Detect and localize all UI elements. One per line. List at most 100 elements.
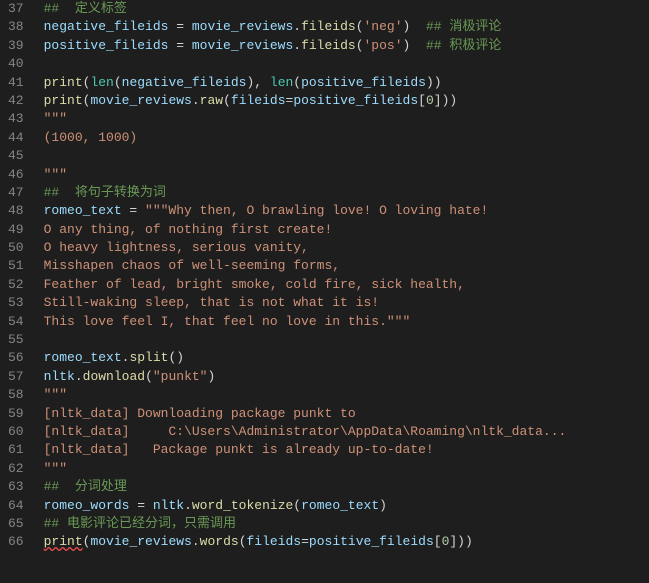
code-token: """	[44, 387, 67, 402]
line-number: 51	[8, 257, 24, 275]
code-token: 0	[426, 93, 434, 108]
code-line[interactable]: """	[44, 110, 649, 128]
code-line[interactable]: """	[44, 460, 649, 478]
code-token: 'neg'	[364, 19, 403, 34]
line-number: 41	[8, 74, 24, 92]
line-number: 42	[8, 92, 24, 110]
code-token: """	[44, 461, 67, 476]
code-line[interactable]	[44, 331, 649, 349]
code-token: fileids	[301, 38, 356, 53]
line-number: 64	[8, 497, 24, 515]
line-number: 54	[8, 313, 24, 331]
code-token: movie_reviews	[192, 19, 293, 34]
code-token: .	[184, 498, 192, 513]
code-token: O heavy lightness, serious vanity,	[44, 240, 309, 255]
code-line[interactable]: ## 定义标签	[44, 0, 649, 18]
code-line[interactable]: romeo_words = nltk.word_tokenize(romeo_t…	[44, 497, 649, 515]
line-number: 38	[8, 18, 24, 36]
line-number: 44	[8, 129, 24, 147]
code-line[interactable]: ## 分词处理	[44, 478, 649, 496]
code-token: romeo_text	[301, 498, 379, 513]
code-line[interactable]: This love feel I, that feel no love in t…	[44, 313, 649, 331]
line-number: 62	[8, 460, 24, 478]
code-token: (	[239, 534, 247, 549]
code-token: romeo_text	[44, 203, 122, 218]
code-token: ## 消极评论	[426, 19, 501, 34]
code-token: len	[90, 75, 113, 90]
code-line[interactable]: ## 电影评论已经分词，只需调用	[44, 515, 649, 533]
code-content[interactable]: ## 定义标签negative_fileids = movie_reviews.…	[40, 0, 649, 583]
code-line[interactable]: [nltk_data] Package punkt is already up-…	[44, 441, 649, 459]
code-line[interactable]: print(len(negative_fileids), len(positiv…	[44, 74, 649, 92]
line-number: 66	[8, 533, 24, 551]
code-token: (	[356, 38, 364, 53]
code-token: positive_fileids	[301, 75, 426, 90]
code-token: [nltk_data] Downloading package punkt to	[44, 406, 356, 421]
code-token: Misshapen chaos of well-seeming forms,	[44, 258, 340, 273]
code-token: 'pos'	[364, 38, 403, 53]
code-line[interactable]: [nltk_data] Downloading package punkt to	[44, 405, 649, 423]
code-token: romeo_words	[44, 498, 130, 513]
code-token: .	[293, 19, 301, 34]
code-line[interactable]: """	[44, 166, 649, 184]
line-number: 57	[8, 368, 24, 386]
code-line[interactable]: O heavy lightness, serious vanity,	[44, 239, 649, 257]
code-token: words	[200, 534, 239, 549]
code-token: positive_fileids	[309, 534, 434, 549]
code-token: (	[223, 93, 231, 108]
code-token: "punkt"	[153, 369, 208, 384]
code-token: (	[356, 19, 364, 34]
code-token: ## 积极评论	[426, 38, 501, 53]
code-token: download	[83, 369, 145, 384]
code-line[interactable]: positive_fileids = movie_reviews.fileids…	[44, 37, 649, 55]
line-number: 63	[8, 478, 24, 496]
code-token: O any thing, of nothing first create!	[44, 222, 333, 237]
code-token: ## 分词处理	[44, 479, 127, 494]
line-number: 52	[8, 276, 24, 294]
line-number: 53	[8, 294, 24, 312]
code-line[interactable]: O any thing, of nothing first create!	[44, 221, 649, 239]
code-token: =	[168, 19, 191, 34]
code-token: [nltk_data] C:\Users\Administrator\AppDa…	[44, 424, 567, 439]
code-token: """	[44, 111, 67, 126]
code-line[interactable]: print(movie_reviews.words(fileids=positi…	[44, 533, 649, 551]
code-line[interactable]: print(movie_reviews.raw(fileids=positive…	[44, 92, 649, 110]
code-token: (	[145, 369, 153, 384]
code-token: nltk	[44, 369, 75, 384]
code-token: nltk	[153, 498, 184, 513]
line-number: 46	[8, 166, 24, 184]
code-line[interactable]: [nltk_data] C:\Users\Administrator\AppDa…	[44, 423, 649, 441]
code-token: Feather of lead, bright smoke, cold fire…	[44, 277, 465, 292]
line-number: 47	[8, 184, 24, 202]
code-token: =	[301, 534, 309, 549]
code-token: [	[418, 93, 426, 108]
code-line[interactable]: (1000, 1000)	[44, 129, 649, 147]
code-token: positive_fileids	[44, 38, 169, 53]
code-line[interactable]: ## 将句子转换为词	[44, 184, 649, 202]
code-token: (	[293, 75, 301, 90]
code-line[interactable]: romeo_text = """Why then, O brawling lov…	[44, 202, 649, 220]
code-line[interactable]: Misshapen chaos of well-seeming forms,	[44, 257, 649, 275]
code-line[interactable]: """	[44, 386, 649, 404]
code-token: =	[129, 498, 152, 513]
code-token: =	[122, 203, 145, 218]
code-line[interactable]: Still-waking sleep, that is not what it …	[44, 294, 649, 312]
code-token: word_tokenize	[192, 498, 293, 513]
code-token	[410, 38, 426, 53]
code-line[interactable]: Feather of lead, bright smoke, cold fire…	[44, 276, 649, 294]
code-line[interactable]: romeo_text.split()	[44, 349, 649, 367]
code-line[interactable]	[44, 147, 649, 165]
code-token	[410, 19, 426, 34]
code-line[interactable]	[44, 55, 649, 73]
code-editor[interactable]: 3738394041424344454647484950515253545556…	[0, 0, 649, 583]
code-token: ]))	[434, 93, 457, 108]
code-line[interactable]: negative_fileids = movie_reviews.fileids…	[44, 18, 649, 36]
code-token: )	[207, 369, 215, 384]
code-token: (	[293, 498, 301, 513]
line-number: 65	[8, 515, 24, 533]
code-token: This love feel I, that feel no love in t…	[44, 314, 411, 329]
code-line[interactable]: nltk.download("punkt")	[44, 368, 649, 386]
code-token: .	[75, 369, 83, 384]
code-token: """Why then, O brawling love! O loving h…	[145, 203, 488, 218]
code-token: .	[192, 93, 200, 108]
